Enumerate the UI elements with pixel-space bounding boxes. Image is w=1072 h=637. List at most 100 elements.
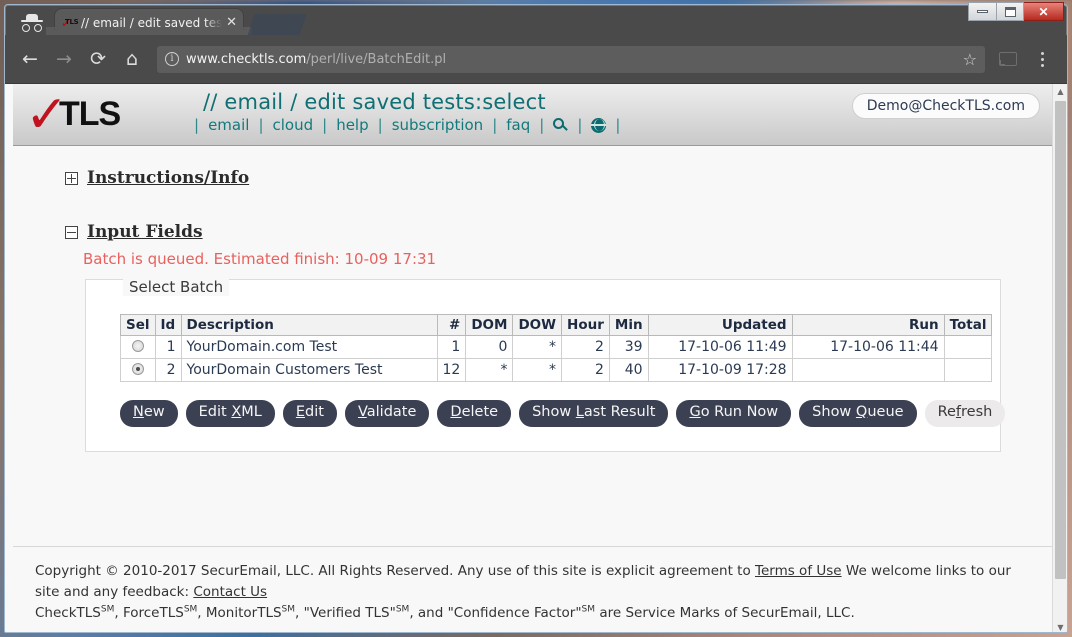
row-radio-cell[interactable] [120,335,156,359]
go-run-now-button[interactable]: Go Run Now [676,400,792,427]
close-button[interactable]: ✕ [1024,2,1064,21]
cell-updated: 17-10-09 17:28 [647,358,793,382]
reload-button[interactable]: ⟳ [81,42,115,76]
cell-hour: 2 [561,358,610,382]
show-queue-button[interactable]: Show Queue [799,400,917,427]
minimize-icon [977,10,988,13]
footer-line-1: Copyright © 2010-2017 SecurEmail, LLC. A… [35,561,1030,603]
cell-count: 12 [436,358,467,382]
search-icon[interactable] [553,117,569,133]
select-batch-panel: Sel Id Description # DOM DOW Hour Min Up [85,279,1006,452]
minimize-button[interactable] [968,2,996,21]
scroll-down-arrow[interactable]: ▼ [1053,620,1067,632]
contact-us-link[interactable]: Contact Us [193,584,267,600]
sm-mark: SM [100,604,115,615]
th-total: Total [943,314,993,336]
sm-mark: SM [281,604,296,615]
refresh-button[interactable]: Refresh [924,400,1006,427]
cast-icon[interactable] [991,42,1025,76]
forward-button[interactable]: → [47,42,81,76]
maximize-icon [1004,6,1016,17]
action-button-row: New Edit XML Edit Validate Delete Show L… [120,400,1006,427]
nav-item-cloud[interactable]: cloud [273,116,314,134]
incognito-icon [15,8,49,34]
cell-min: 39 [608,335,649,359]
show-last-result-button[interactable]: Show Last Result [519,400,669,427]
cell-description: YourDomain.com Test [180,335,438,359]
terms-of-use-link[interactable]: Terms of Use [755,563,842,579]
select-batch-panel-wrapper: Select Batch Sel Id Description # DOM DO… [85,278,1006,452]
bookmark-star-icon[interactable]: ☆ [955,50,977,69]
sm-monitortls: , MonitorTLS [197,605,282,622]
nav-separator: | [322,116,328,134]
nav-separator: | [194,116,200,134]
site-info-icon[interactable]: i [165,52,179,66]
user-account-badge[interactable]: Demo@CheckTLS.com [851,93,1040,119]
checktls-logo[interactable]: ✓ TLS [13,84,125,145]
sm-tail: are Service Marks of SecurEmail, LLC. [595,605,855,622]
site-header: ✓ TLS // email / edit saved tests:select… [13,84,1052,146]
th-updated: Updated [647,314,793,336]
page-scrollbar[interactable]: ▲ ▼ [1052,84,1067,632]
nav-item-faq[interactable]: faq [506,116,530,134]
input-fields-section-header[interactable]: Input Fields [65,222,1052,242]
tab-title: // email / edit saved tests:select [81,15,223,30]
collapse-icon[interactable] [65,225,78,239]
nav-separator: | [539,116,545,134]
cell-id: 2 [154,358,182,382]
nav-item-email[interactable]: email [208,116,249,134]
table-row[interactable]: 2 YourDomain Customers Test 12 * * 2 40 … [120,358,993,382]
sm-mark: SM [395,604,410,615]
globe-icon[interactable] [591,117,607,133]
delete-button[interactable]: Delete [437,400,512,427]
batch-radio-selected[interactable] [131,363,144,375]
browser-tab[interactable]: ✓ TLS // email / edit saved tests:select… [46,9,252,36]
input-fields-label: Input Fields [87,222,203,242]
scroll-up-arrow[interactable]: ▲ [1053,84,1067,99]
address-bar[interactable]: i www.checktls.com /perl/live/BatchEdit.… [157,45,985,73]
th-count: # [436,314,467,336]
edit-xml-button[interactable]: Edit XML [185,400,275,427]
sm-confidence-factor: , and "Confidence Factor" [409,605,582,622]
cell-id: 1 [154,335,182,359]
sm-mark: SM [183,604,198,615]
edit-button[interactable]: Edit [282,400,337,427]
nav-separator: | [492,116,498,134]
page-viewport: ✓ TLS // email / edit saved tests:select… [5,83,1067,632]
cell-hour: 2 [561,335,610,359]
cell-run: 17-10-06 11:44 [791,335,945,359]
url-path: /perl/live/BatchEdit.pl [306,51,447,67]
maximize-button[interactable] [996,2,1024,21]
kebab-menu-icon[interactable] [1025,42,1059,76]
th-min: Min [608,314,649,336]
tab-close-icon[interactable]: ✕ [226,16,237,29]
table-row[interactable]: 1 YourDomain.com Test 1 0 * 2 39 17-10-0… [120,335,993,359]
table-header-row: Sel Id Description # DOM DOW Hour Min Up [120,314,993,336]
cell-dom: 0 [465,335,514,359]
nav-separator: | [258,116,264,134]
home-button[interactable]: ⌂ [115,42,149,76]
new-button[interactable]: New [120,400,178,427]
row-radio-cell[interactable] [120,358,156,382]
th-sel: Sel [120,314,156,336]
batch-radio[interactable] [131,340,144,352]
th-id: Id [154,314,182,336]
cell-run [791,358,945,382]
nav-item-subscription[interactable]: subscription [392,116,484,134]
chrome-browser-window: ✓ TLS // email / edit saved tests:select… [4,4,1068,633]
instructions-section-header[interactable]: Instructions/Info [65,168,1052,188]
scrollbar-thumb[interactable] [1055,101,1066,579]
cell-count: 1 [436,335,467,359]
instructions-label: Instructions/Info [87,168,250,188]
page-footer: Copyright © 2010-2017 SecurEmail, LLC. A… [13,546,1052,632]
expand-icon[interactable] [65,171,78,185]
cell-updated: 17-10-06 11:49 [647,335,793,359]
nav-item-help[interactable]: help [336,116,368,134]
tab-strip: ✓ TLS // email / edit saved tests:select… [5,5,1067,36]
batch-status-message: Batch is queued. Estimated finish: 10-09… [83,250,437,268]
new-tab-button[interactable] [247,14,307,36]
desktop-window: ✕ ✓ TLS // email / edit saved tests:sele… [0,0,1072,637]
validate-button[interactable]: Validate [344,400,430,427]
cell-dom: * [465,358,514,382]
back-button[interactable]: ← [13,42,47,76]
